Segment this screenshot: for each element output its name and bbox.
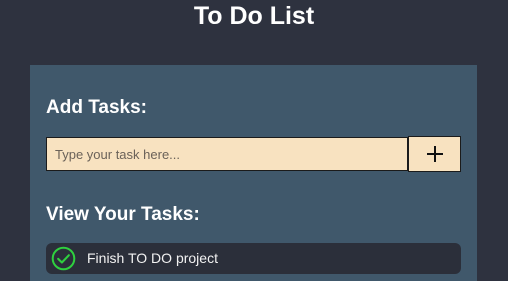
plus-icon <box>426 146 443 162</box>
view-tasks-heading: View Your Tasks: <box>46 204 200 225</box>
complete-task-button[interactable] <box>51 246 76 271</box>
task-text: Finish TO DO project <box>87 250 218 266</box>
app-title: To Do List <box>193 2 315 30</box>
todo-panel: Add Tasks: View Your Tasks: Finish TO DO… <box>30 65 477 281</box>
task-item: Finish TO DO project <box>46 243 461 274</box>
add-tasks-heading: Add Tasks: <box>46 97 148 118</box>
add-task-button[interactable] <box>408 136 461 172</box>
check-circle-icon <box>51 246 76 271</box>
task-input[interactable] <box>46 137 408 171</box>
